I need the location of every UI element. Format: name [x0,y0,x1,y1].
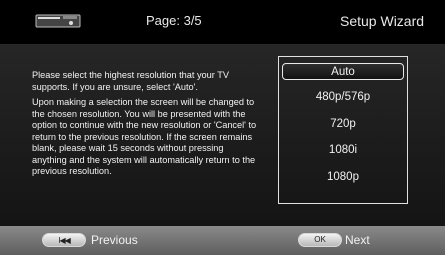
page-title: Setup Wizard [340,13,425,29]
resolution-option-1080p[interactable]: 1080p [279,167,407,187]
resolution-list: Auto 480p/576p 720p 1080i 1080p [278,56,408,204]
header-bar: Page: 3/5 Setup Wizard [0,0,445,45]
device-box-icon [35,14,81,28]
next-label[interactable]: Next [345,232,370,248]
resolution-option-480p-576p[interactable]: 480p/576p [279,87,407,107]
ok-button[interactable]: OK [298,233,342,247]
instructions-paragraph-2: Upon making a selection the screen will … [32,97,257,176]
instructions-paragraph-1: Please select the highest resolution tha… [32,70,229,92]
page-indicator: Page: 3/5 [146,13,202,28]
resolution-option-auto[interactable]: Auto [282,63,404,80]
instructions-text: Please select the highest resolution tha… [32,70,257,182]
previous-button[interactable]: I◀◀ [42,233,86,247]
previous-label[interactable]: Previous [91,232,138,248]
ok-button-label: OK [314,235,326,244]
resolution-option-1080i[interactable]: 1080i [279,140,407,160]
footer-bar: I◀◀ Previous OK Next [0,226,445,255]
resolution-option-720p[interactable]: 720p [279,114,407,134]
skip-back-icon: I◀◀ [58,235,70,245]
